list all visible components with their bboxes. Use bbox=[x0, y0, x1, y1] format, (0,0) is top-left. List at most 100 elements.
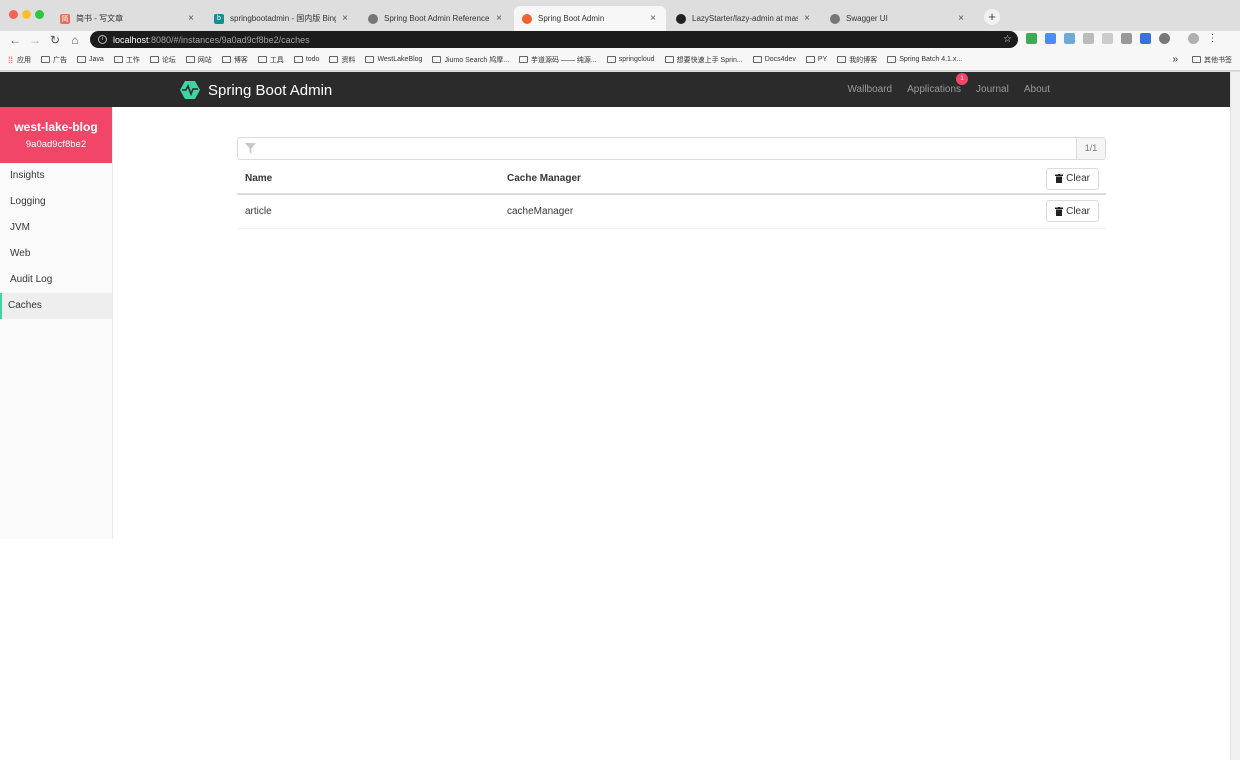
bookmark-item[interactable]: Jiumo Search 鸠摩... bbox=[432, 55, 509, 65]
clear-cache-button[interactable]: Clear bbox=[1046, 200, 1099, 223]
eye-extension-icon[interactable] bbox=[1159, 33, 1170, 44]
folder-icon bbox=[221, 56, 231, 63]
home-icon[interactable]: ⌂ bbox=[68, 32, 82, 48]
sidebar-item-audit-log[interactable]: Audit Log bbox=[0, 267, 112, 293]
bookmark-item[interactable]: Docs4dev bbox=[752, 55, 796, 65]
table-row: article cacheManager Clear bbox=[237, 194, 1106, 229]
tab-favicon-icon bbox=[522, 13, 532, 24]
brand-name: Spring Boot Admin bbox=[208, 81, 333, 99]
browser-tab[interactable]: LazyStarter/lazy-admin at maste × bbox=[668, 6, 820, 31]
bookmark-item[interactable]: 广告 bbox=[41, 55, 67, 65]
browser-toolbar: ← → ↻ ⌂ i localhost:8080/#/instances/9a0… bbox=[0, 31, 1240, 49]
tab-strip: 简简书 - 写文章 × b springbootadmin - 国内版 Bing × Sp… bbox=[0, 0, 1240, 31]
tab-close-icon[interactable]: × bbox=[802, 13, 812, 24]
person-extension-icon[interactable] bbox=[1102, 33, 1113, 44]
profile-avatar-icon[interactable] bbox=[1188, 33, 1199, 44]
bookmark-item[interactable]: PY bbox=[805, 55, 828, 65]
bookmark-item[interactable]: springcloud bbox=[606, 55, 655, 65]
maximize-window-icon[interactable] bbox=[35, 10, 44, 19]
clear-all-caches-button[interactable]: Clear bbox=[1046, 167, 1099, 190]
clear-cache-label: Clear bbox=[1066, 205, 1090, 217]
forward-arrow-icon[interactable]: → bbox=[28, 32, 42, 48]
bookmark-label: 我的博客 bbox=[849, 56, 878, 64]
clear-all-label: Clear bbox=[1066, 173, 1090, 184]
bookmark-item[interactable]: 博客 bbox=[221, 55, 248, 65]
tab-close-icon[interactable]: × bbox=[956, 13, 966, 24]
new-tab-button[interactable]: + bbox=[984, 9, 1000, 25]
sidebar-item-web[interactable]: Web bbox=[0, 241, 112, 267]
blue-extension-icon[interactable] bbox=[1140, 33, 1151, 44]
browser-tab[interactable]: 简简书 - 写文章 × bbox=[52, 6, 204, 31]
grid-extension-icon[interactable] bbox=[1121, 33, 1132, 44]
nav-wallboard[interactable]: Wallboard bbox=[847, 84, 892, 95]
tab-close-icon[interactable]: × bbox=[340, 13, 350, 24]
other-bookmarks-label: 其他书签 bbox=[1204, 56, 1232, 64]
bookmark-item[interactable]: 我的博客 bbox=[837, 55, 877, 65]
instance-header[interactable]: west-lake-blog 9a0ad9cf8be2 bbox=[0, 107, 112, 163]
cloud-extension-icon[interactable] bbox=[1064, 33, 1075, 44]
bookmark-item[interactable]: todo bbox=[293, 55, 319, 65]
bookmark-item[interactable]: 应用 bbox=[17, 55, 31, 65]
url-path: :8080/#/instances/9a0ad9cf8be2/caches bbox=[148, 34, 310, 45]
bookmark-item[interactable]: 芋道源码 —— 纯源... bbox=[519, 55, 597, 65]
bookmark-item[interactable]: 论坛 bbox=[149, 55, 176, 65]
bookmark-item[interactable]: 工具 bbox=[257, 55, 284, 65]
filter-input[interactable] bbox=[262, 141, 1062, 156]
bookmark-label: PY bbox=[817, 56, 828, 63]
menu-kebab-icon[interactable]: ⋮ bbox=[1207, 33, 1218, 44]
bookmark-item[interactable]: 网站 bbox=[185, 55, 212, 65]
site-info-icon[interactable]: i bbox=[98, 35, 107, 44]
sidebar-item-insights[interactable]: Insights bbox=[0, 163, 112, 189]
browser-tab[interactable]: Spring Boot Admin × bbox=[514, 6, 666, 31]
bookmark-item[interactable]: Java bbox=[77, 55, 104, 65]
bookmark-label: 博客 bbox=[233, 56, 248, 64]
folder-icon bbox=[837, 56, 847, 63]
bookmark-item[interactable]: Spring Batch 4.1.x... bbox=[887, 55, 962, 65]
minimize-window-icon[interactable] bbox=[22, 10, 31, 19]
browser-tab[interactable]: Swagger UI × bbox=[822, 6, 974, 31]
table-header-row: Name Cache Manager Clear bbox=[237, 164, 1106, 195]
shield-extension-icon[interactable] bbox=[1026, 33, 1037, 44]
bookmark-label: 论坛 bbox=[161, 56, 176, 64]
tab-close-icon[interactable]: × bbox=[494, 13, 504, 24]
back-arrow-icon[interactable]: ← bbox=[8, 32, 22, 48]
apps-grid-icon[interactable]: ⁞⁞ bbox=[8, 55, 13, 65]
applications-count-badge: 1 bbox=[956, 73, 969, 85]
folder-icon bbox=[293, 56, 303, 63]
bookmark-label: springcloud bbox=[618, 56, 655, 63]
bookmark-item[interactable]: WestLakeBlog bbox=[365, 55, 422, 65]
folder-icon bbox=[77, 56, 87, 63]
tab-close-icon[interactable]: × bbox=[186, 13, 196, 24]
bookmark-item[interactable]: 工作 bbox=[113, 55, 140, 65]
other-bookmarks[interactable]: 其他书签 bbox=[1192, 55, 1232, 65]
close-window-icon[interactable] bbox=[9, 10, 18, 19]
translate-extension-icon[interactable] bbox=[1045, 33, 1056, 44]
bookmark-item[interactable]: 想要快速上手 Sprin... bbox=[664, 55, 743, 65]
bookmark-item[interactable]: 资料 bbox=[329, 55, 355, 65]
reload-icon[interactable]: ↻ bbox=[48, 32, 62, 48]
browser-tab[interactable]: b springbootadmin - 国内版 Bing × bbox=[206, 6, 358, 31]
browser-tab[interactable]: Spring Boot Admin Reference Gu × bbox=[360, 6, 512, 31]
nav-about[interactable]: About bbox=[1024, 84, 1050, 95]
tab-close-icon[interactable]: × bbox=[648, 13, 658, 24]
brand[interactable]: Spring Boot Admin bbox=[180, 80, 332, 100]
bookmark-label: Java bbox=[89, 56, 104, 63]
filter-box: 1/1 bbox=[237, 137, 1106, 160]
nav-journal[interactable]: Journal bbox=[976, 84, 1009, 95]
instance-name: west-lake-blog bbox=[14, 120, 98, 134]
sidebar-item-caches[interactable]: Caches bbox=[0, 293, 112, 319]
nav-applications-label: Applications bbox=[907, 84, 962, 95]
bookmarks-more-icon[interactable]: » bbox=[1172, 54, 1178, 65]
page-scrollbar[interactable] bbox=[1230, 72, 1240, 760]
sidebar-item-logging[interactable]: Logging bbox=[0, 189, 112, 215]
nav-applications[interactable]: Applications 1 bbox=[907, 73, 969, 95]
address-bar[interactable]: i localhost:8080/#/instances/9a0ad9cf8be… bbox=[90, 31, 1018, 48]
bookmark-label: Docs4dev bbox=[764, 56, 796, 63]
tab-favicon-icon: b bbox=[214, 13, 224, 24]
folder-icon bbox=[664, 56, 674, 63]
sidebar-item-jvm[interactable]: JVM bbox=[0, 215, 112, 241]
folder-icon bbox=[113, 56, 123, 63]
bookmark-star-icon[interactable]: ☆ bbox=[1003, 34, 1012, 45]
json-extension-icon[interactable] bbox=[1083, 33, 1094, 44]
clear-all-cell: Clear bbox=[830, 164, 1106, 195]
